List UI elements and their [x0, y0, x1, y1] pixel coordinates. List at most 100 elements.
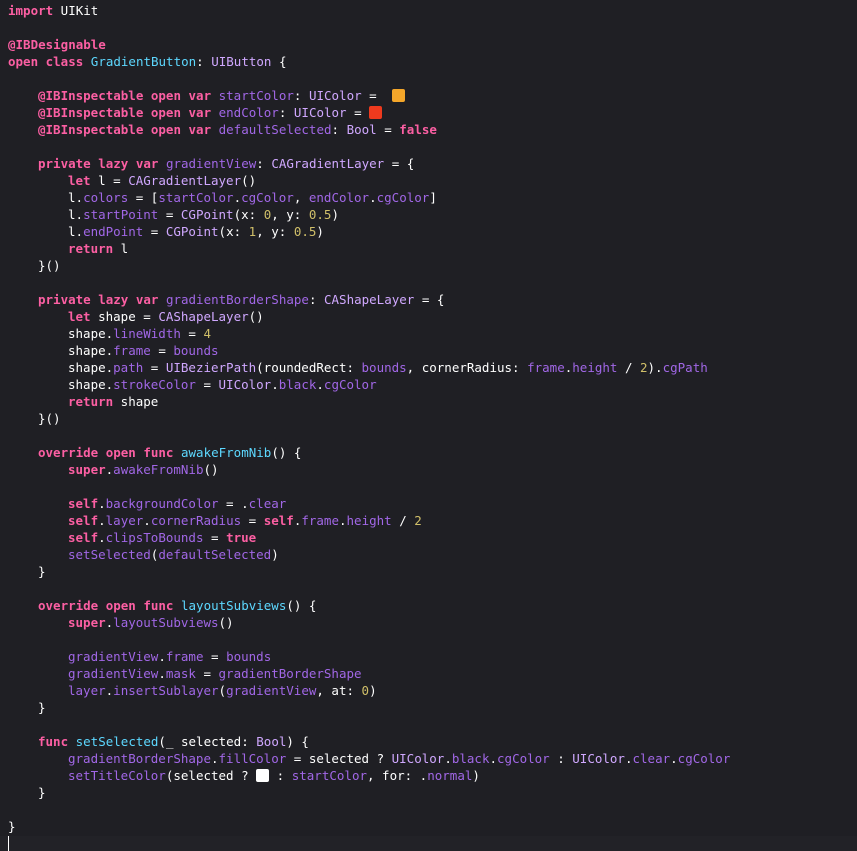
- keyword: true: [226, 530, 257, 545]
- property-name: height: [346, 513, 392, 528]
- code-text: = .: [218, 496, 249, 511]
- type-name: UIColor: [391, 751, 445, 766]
- code-text: (): [203, 462, 219, 477]
- keyword: open var: [143, 105, 212, 120]
- code-line-39: gradientView.frame = bounds: [68, 648, 271, 665]
- type-name: UIColor: [218, 377, 272, 392]
- code-text: = [: [128, 190, 159, 205]
- code-text: l =: [90, 173, 129, 188]
- code-line-46: setTitleColor(selected ? : startColor, f…: [68, 767, 480, 784]
- keyword: let: [68, 173, 91, 188]
- property-name: endPoint: [83, 224, 144, 239]
- code-line-27: override open func awakeFromNib() {: [38, 444, 301, 461]
- code-line-1: import UIKit: [8, 2, 98, 19]
- keyword: self: [68, 530, 99, 545]
- code-text: .: [98, 496, 106, 511]
- type-name: UIColor: [293, 105, 347, 120]
- code-line-42: }: [38, 699, 46, 716]
- code-text: ).: [647, 360, 663, 375]
- property-name: cgColor: [323, 377, 377, 392]
- code-text: shape =: [90, 309, 159, 324]
- start-color-swatch[interactable]: [391, 89, 405, 102]
- code-text: (): [248, 309, 264, 324]
- keyword: override open func: [38, 598, 174, 613]
- keyword: let: [68, 309, 91, 324]
- white-color-swatch[interactable]: [256, 769, 270, 782]
- code-text: =: [376, 122, 400, 137]
- code-text: .: [98, 513, 106, 528]
- property-name: endColor: [308, 190, 370, 205]
- code-text: = {: [414, 292, 445, 307]
- code-text: :: [293, 88, 309, 103]
- property-name: gradientView: [68, 666, 159, 681]
- property-name: black: [278, 377, 317, 392]
- property-name: mask: [165, 666, 196, 681]
- code-text: }(): [38, 258, 61, 273]
- number-literal: 4: [203, 326, 211, 341]
- code-text: =: [203, 649, 227, 664]
- property-name: bounds: [361, 360, 407, 375]
- code-text: .: [316, 377, 324, 392]
- code-text: .: [369, 190, 377, 205]
- property-name: fillColor: [218, 751, 287, 766]
- code-text: l.: [68, 190, 84, 205]
- class-name: GradientButton: [90, 54, 197, 69]
- function-name: layoutSubviews: [173, 598, 287, 613]
- type-name: Bool: [256, 734, 287, 749]
- property-name: gradientView: [158, 156, 257, 171]
- property-name: awakeFromNib: [113, 462, 204, 477]
- code-line-37: super.layoutSubviews(): [68, 614, 234, 631]
- code-text: = {: [384, 156, 415, 171]
- property-name: cgColor: [376, 190, 430, 205]
- text-cursor: [8, 836, 9, 851]
- code-text: UIKit: [53, 3, 99, 18]
- code-text: l.: [68, 224, 84, 239]
- code-line-8: @IBInspectable open var defaultSelected:…: [38, 121, 437, 138]
- code-line-10: private lazy var gradientView: CAGradien…: [38, 155, 414, 172]
- number-literal: 0.5: [308, 207, 332, 222]
- property-name: setSelected: [68, 547, 151, 562]
- code-text: (_ selected:: [158, 734, 257, 749]
- property-name: setTitleColor: [68, 768, 166, 783]
- code-text: =: [158, 207, 181, 222]
- property-name: bounds: [226, 649, 272, 664]
- keyword: self: [263, 513, 294, 528]
- property-name: defaultSelected: [211, 122, 332, 137]
- keyword: super: [68, 615, 106, 630]
- code-text: (x:: [233, 207, 264, 222]
- code-line-31: self.layer.cornerRadius = self.frame.hei…: [68, 512, 422, 529]
- code-text: ) {: [286, 734, 309, 749]
- code-text: .: [211, 751, 219, 766]
- code-line-13: l.startPoint = CGPoint(x: 0, y: 0.5): [68, 206, 339, 223]
- property-name: black: [451, 751, 490, 766]
- code-text: , at:: [316, 683, 362, 698]
- code-line-32: self.clipsToBounds = true: [68, 529, 256, 546]
- code-text: .: [624, 751, 633, 766]
- code-text: (: [218, 683, 227, 698]
- code-text: .: [158, 649, 166, 664]
- keyword: return: [68, 394, 114, 409]
- keyword: return: [68, 241, 114, 256]
- property-name: gradientView: [226, 683, 317, 698]
- keyword: private lazy var: [38, 156, 159, 171]
- code-line-19: let shape = CAShapeLayer(): [68, 308, 264, 325]
- code-line-49: }: [8, 818, 16, 835]
- code-line-7: @IBInspectable open var endColor: UIColo…: [38, 104, 383, 121]
- code-text: shape.: [68, 377, 114, 392]
- number-literal: 2: [640, 360, 648, 375]
- code-text: :: [196, 54, 212, 69]
- number-literal: 0: [361, 683, 370, 698]
- property-name: normal: [427, 768, 473, 783]
- code-text: () {: [286, 598, 317, 613]
- property-name: bounds: [173, 343, 219, 358]
- code-text: =: [143, 224, 166, 239]
- keyword: import: [8, 3, 54, 18]
- code-text: =: [203, 530, 227, 545]
- code-text: ): [316, 224, 324, 239]
- code-editor[interactable]: import UIKit @IBDesignable open class Gr…: [0, 0, 857, 851]
- code-text: (): [241, 173, 257, 188]
- code-text: =: [143, 360, 166, 375]
- end-color-swatch[interactable]: [369, 106, 383, 119]
- type-name: CAShapeLayer: [158, 309, 249, 324]
- code-text: /: [617, 360, 640, 375]
